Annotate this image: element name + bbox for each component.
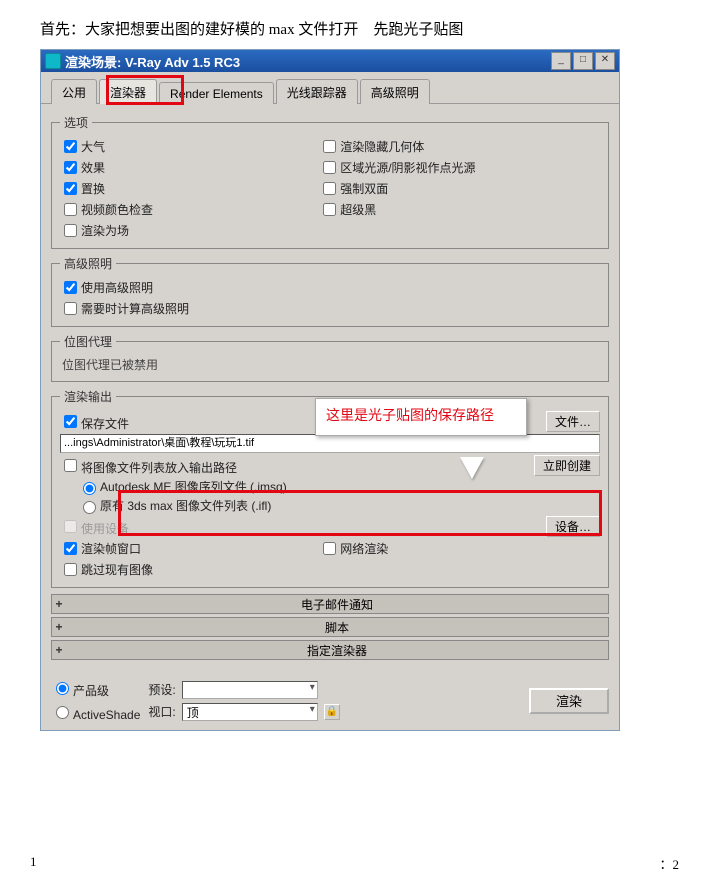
radio-production[interactable]: [56, 682, 69, 695]
adv-lighting-group: 高级照明 使用高级照明 需要时计算高级照明: [51, 255, 609, 327]
lbl-compute-adv-lighting: 需要时计算高级照明: [81, 300, 189, 317]
radio-activeshade[interactable]: [56, 706, 69, 719]
chk-net-render[interactable]: [323, 542, 336, 555]
lbl-force-2sided: 强制双面: [340, 180, 388, 197]
lbl-render-hidden: 渲染隐藏几何体: [340, 138, 424, 155]
render-output-legend: 渲染输出: [60, 388, 116, 405]
page-intro-text: 首先：大家把想要出图的建好模的 max 文件打开 先跑光子贴图: [40, 18, 679, 39]
viewport-dropdown[interactable]: 顶: [182, 703, 318, 721]
app-icon: [45, 53, 61, 69]
chk-super-black[interactable]: [323, 203, 336, 216]
lbl-effects: 效果: [81, 159, 105, 176]
render-scene-window: 渲染场景: V-Ray Adv 1.5 RC3 _ □ ✕ 公用 渲染器 Ren…: [40, 49, 620, 731]
expand-icon: +: [52, 597, 66, 611]
panel-body: 选项 大气 渲染隐藏几何体 效果 区域光源/阴影视作点光源 置换 强制双面 视: [41, 104, 619, 673]
chk-put-image-list[interactable]: [64, 459, 77, 472]
lbl-preset: 预设:: [148, 681, 175, 698]
render-button[interactable]: 渲染: [529, 688, 609, 714]
chk-compute-adv-lighting[interactable]: [64, 302, 77, 315]
lbl-area-as-point: 区域光源/阴影视作点光源: [340, 159, 475, 176]
chk-save-file[interactable]: [64, 415, 77, 428]
chk-use-device[interactable]: [64, 520, 77, 533]
tab-advanced-lighting[interactable]: 高级照明: [360, 79, 430, 104]
lbl-use-adv-lighting: 使用高级照明: [81, 279, 153, 296]
create-now-button[interactable]: 立即创建: [534, 455, 600, 476]
lbl-ame-seq: Autodesk ME 图像序列文件 (.imsq): [100, 478, 287, 495]
lbl-activeshade: ActiveShade: [73, 708, 140, 722]
titlebar: 渲染场景: V-Ray Adv 1.5 RC3 _ □ ✕: [41, 50, 619, 72]
tab-render-elements[interactable]: Render Elements: [159, 82, 274, 104]
adv-lighting-legend: 高级照明: [60, 255, 116, 272]
chk-displacement[interactable]: [64, 182, 77, 195]
preset-dropdown[interactable]: [182, 681, 318, 699]
expand-icon: +: [52, 643, 66, 657]
lbl-ifl-list: 原有 3ds max 图像文件列表 (.ifl): [100, 497, 271, 514]
callout-text: 这里是光子贴图的保存路径: [326, 409, 494, 424]
chk-use-adv-lighting[interactable]: [64, 281, 77, 294]
chk-render-to-fields[interactable]: [64, 224, 77, 237]
tab-bar: 公用 渲染器 Render Elements 光线跟踪器 高级照明: [41, 72, 619, 104]
save-file-browse-button[interactable]: 文件…: [546, 411, 600, 432]
expand-icon: +: [52, 620, 66, 634]
chk-render-hidden[interactable]: [323, 140, 336, 153]
screenshot-container: 渲染场景: V-Ray Adv 1.5 RC3 _ □ ✕ 公用 渲染器 Ren…: [40, 49, 620, 731]
rollout-email-title: 电子邮件通知: [66, 596, 608, 613]
lbl-viewport: 视口:: [148, 703, 175, 720]
bitmap-proxy-legend: 位图代理: [60, 333, 116, 350]
chk-area-as-point[interactable]: [323, 161, 336, 174]
lbl-rendered-frame-window: 渲染帧窗口: [81, 540, 141, 557]
device-button[interactable]: 设备…: [546, 516, 600, 537]
rollout-assign-title: 指定渲染器: [66, 642, 608, 659]
chk-video-color-check[interactable]: [64, 203, 77, 216]
tab-common[interactable]: 公用: [51, 79, 97, 104]
callout-tail: [460, 457, 484, 479]
lock-icon[interactable]: 🔒: [324, 704, 340, 720]
radio-ifl-list[interactable]: [83, 501, 96, 514]
close-button[interactable]: ✕: [595, 52, 615, 70]
lbl-production: 产品级: [73, 684, 109, 698]
tab-renderer[interactable]: 渲染器: [99, 79, 157, 104]
chk-effects[interactable]: [64, 161, 77, 174]
lbl-skip-existing: 跳过现有图像: [81, 561, 153, 578]
lbl-net-render: 网络渲染: [340, 540, 388, 557]
lbl-use-device: 使用设备: [81, 522, 129, 536]
tab-raytracer[interactable]: 光线跟踪器: [276, 79, 358, 104]
radio-ame-seq[interactable]: [83, 482, 96, 495]
options-legend: 选项: [60, 114, 92, 131]
chk-rendered-frame-window[interactable]: [64, 542, 77, 555]
lbl-atmosphere: 大气: [81, 138, 105, 155]
chk-atmosphere[interactable]: [64, 140, 77, 153]
rollout-assign-renderer[interactable]: +指定渲染器: [51, 640, 609, 660]
lbl-render-to-fields: 渲染为场: [81, 222, 129, 239]
lbl-put-image-list: 将图像文件列表放入输出路径: [81, 461, 237, 475]
lbl-displacement: 置换: [81, 180, 105, 197]
lbl-video-color-check: 视频颜色检查: [81, 201, 153, 218]
rollout-email[interactable]: +电子邮件通知: [51, 594, 609, 614]
lbl-super-black: 超级黑: [340, 201, 376, 218]
lbl-save-file: 保存文件: [81, 417, 129, 431]
options-group: 选项 大气 渲染隐藏几何体 效果 区域光源/阴影视作点光源 置换 强制双面 视: [51, 114, 609, 249]
page-number-left: 1: [30, 854, 37, 873]
maximize-button[interactable]: □: [573, 52, 593, 70]
chk-force-2sided[interactable]: [323, 182, 336, 195]
footer-bar: 产品级 ActiveShade 预设: 视口: 顶 🔒 渲染: [41, 673, 619, 730]
callout-box: 这里是光子贴图的保存路径: [315, 398, 527, 436]
rollout-script[interactable]: +脚本: [51, 617, 609, 637]
save-file-path[interactable]: ...ings\Administrator\桌面\教程\玩玩1.tif: [60, 434, 600, 453]
rollout-script-title: 脚本: [66, 619, 608, 636]
bitmap-proxy-group: 位图代理 位图代理已被禁用: [51, 333, 609, 382]
chk-skip-existing[interactable]: [64, 563, 77, 576]
bitmap-proxy-status: 位图代理已被禁用: [62, 356, 600, 373]
minimize-button[interactable]: _: [551, 52, 571, 70]
page-number-right: ：2: [659, 854, 679, 873]
window-title: 渲染场景: V-Ray Adv 1.5 RC3: [65, 52, 551, 71]
